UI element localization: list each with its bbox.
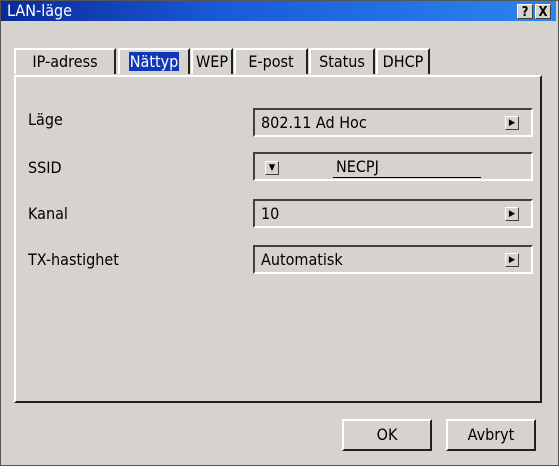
ssid-value[interactable]: NECPJ (333, 157, 481, 178)
tx-rate-label: TX-hastighet (28, 250, 119, 269)
tab-email[interactable]: E-post (234, 48, 308, 74)
ssid-field[interactable]: ▼ NECPJ (253, 152, 533, 181)
tab-status[interactable]: Status (309, 48, 375, 74)
mode-select[interactable]: 802.11 Ad Hoc ▶ (253, 108, 533, 137)
right-arrow-icon[interactable]: ▶ (505, 116, 519, 130)
cancel-button[interactable]: Avbryt (446, 419, 536, 451)
channel-select[interactable]: 10 ▶ (253, 199, 533, 228)
help-button[interactable]: ? (517, 4, 533, 20)
right-arrow-icon[interactable]: ▶ (505, 253, 519, 267)
tab-dhcp[interactable]: DHCP (376, 48, 430, 74)
tx-rate-value: Automatisk (261, 250, 343, 269)
mode-label: Läge (28, 110, 63, 129)
tab-network-type[interactable]: Nättyp (118, 48, 190, 74)
ok-button[interactable]: OK (342, 419, 432, 451)
close-button[interactable]: X (535, 4, 551, 20)
ssid-label: SSID (28, 158, 62, 177)
right-arrow-icon[interactable]: ▶ (505, 207, 519, 221)
mode-value: 802.11 Ad Hoc (261, 113, 367, 132)
window-title: LAN-läge (7, 1, 73, 20)
tx-rate-select[interactable]: Automatisk ▶ (253, 245, 533, 274)
down-arrow-icon[interactable]: ▼ (265, 161, 279, 175)
tab-ip-address[interactable]: IP-adress (14, 48, 116, 74)
title-bar: LAN-läge ? X (1, 1, 556, 21)
channel-label: Kanal (28, 204, 68, 223)
channel-value: 10 (261, 204, 280, 223)
tab-wep[interactable]: WEP (191, 48, 233, 74)
